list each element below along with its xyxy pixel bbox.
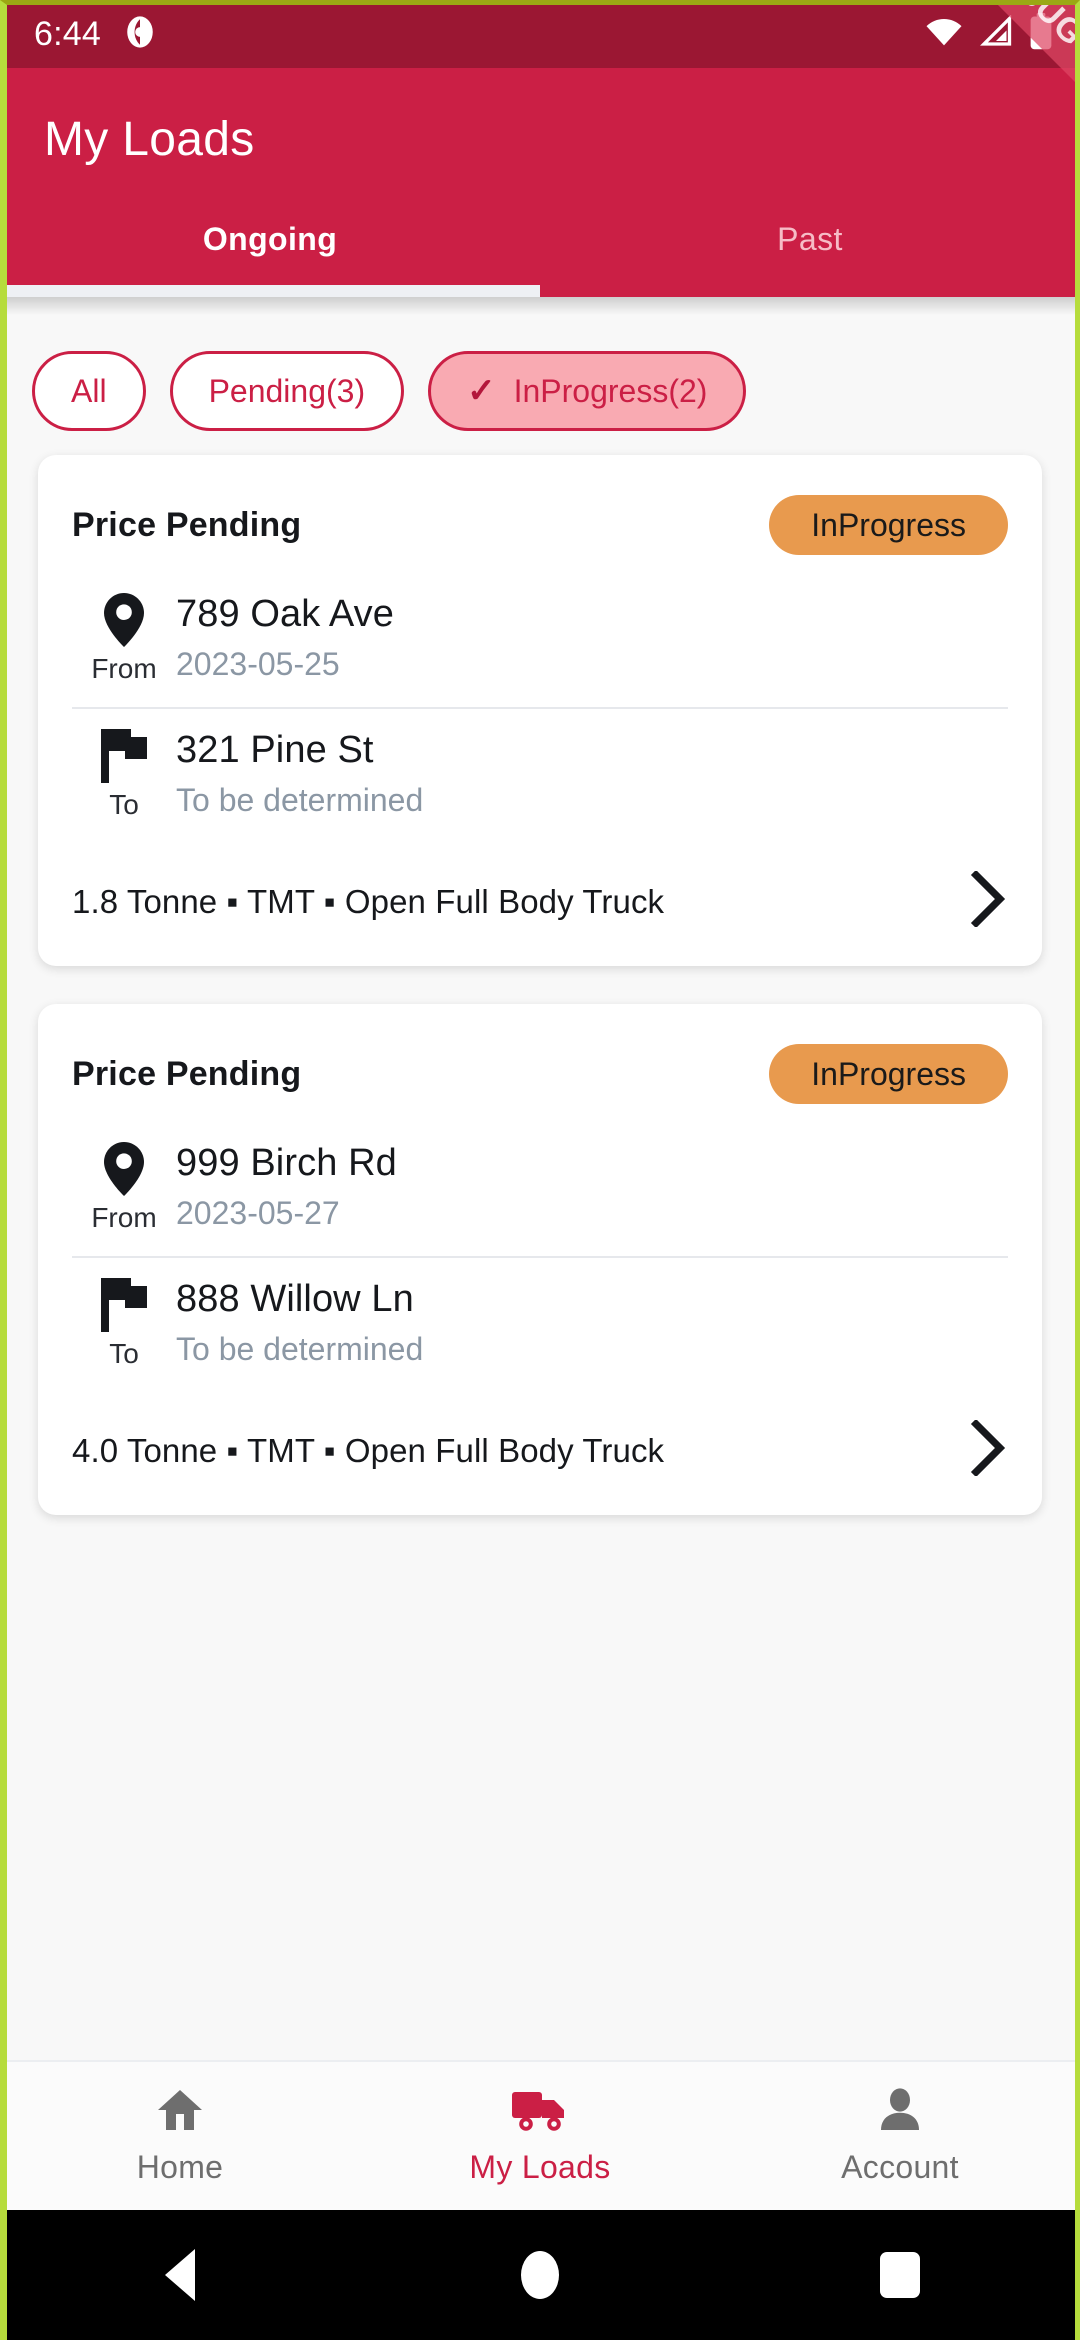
location-pin-icon (104, 591, 144, 649)
tab-indicator-track (0, 285, 1080, 297)
wifi-icon (924, 15, 964, 54)
load-leg-from-text: 999 Birch Rd 2023-05-27 (176, 1140, 1008, 1234)
tab-indicator-rest (540, 285, 1080, 297)
filter-chip-pending-label: Pending(3) (209, 373, 366, 410)
bottom-nav-label-account: Account (841, 2149, 959, 2186)
status-bar-right (924, 13, 1054, 56)
tab-past[interactable]: Past (540, 193, 1080, 285)
load-card-title: Price Pending (72, 1055, 301, 1094)
load-card-header: Price Pending InProgress (72, 455, 1008, 573)
load-card-header: Price Pending InProgress (72, 1004, 1008, 1122)
bottom-nav-label-home: Home (137, 2149, 224, 2186)
load-card[interactable]: Price Pending InProgress From 999 Birch … (38, 1004, 1042, 1515)
chevron-right-icon[interactable] (968, 1420, 1008, 1481)
tab-bar: Ongoing Past (0, 193, 1080, 285)
cellular-off-icon (978, 15, 1014, 54)
android-system-nav (0, 2210, 1080, 2340)
filter-chip-inprogress[interactable]: ✓ InProgress(2) (428, 351, 746, 431)
load-leg-from: From 789 Oak Ave 2023-05-25 (72, 573, 1008, 707)
load-card[interactable]: Price Pending InProgress From 789 Oak Av… (38, 455, 1042, 966)
status-badge: InProgress (769, 495, 1008, 555)
load-card-title: Price Pending (72, 506, 301, 545)
load-leg-to-text: 321 Pine St To be determined (176, 727, 1008, 821)
load-card-list: Price Pending InProgress From 789 Oak Av… (0, 455, 1080, 1515)
bottom-nav-item-account[interactable]: Account (720, 2086, 1080, 2186)
load-leg-to-icon-col: To (72, 727, 176, 821)
load-leg-from-icon-col: From (72, 591, 176, 685)
android-back-button[interactable] (0, 2249, 360, 2301)
load-leg-from-text: 789 Oak Ave 2023-05-25 (176, 591, 1008, 685)
load-card-footer[interactable]: 4.0 Tonne ▪ TMT ▪ Open Full Body Truck (72, 1392, 1008, 1515)
tab-indicator-active (0, 285, 540, 297)
load-leg-to-place: 888 Willow Ln (176, 1278, 1008, 1321)
load-leg-to-icon-col: To (72, 1276, 176, 1370)
bottom-nav-item-my-loads[interactable]: My Loads (360, 2086, 720, 2186)
load-leg-from-place: 999 Birch Rd (176, 1142, 1008, 1185)
load-leg-to-label: To (109, 789, 139, 821)
check-icon: ✓ (467, 374, 496, 408)
battery-icon (1028, 13, 1054, 56)
android-recents-button[interactable] (720, 2252, 1080, 2298)
status-bar-clock: 6:44 (34, 15, 101, 54)
load-summary: 4.0 Tonne ▪ TMT ▪ Open Full Body Truck (72, 1432, 664, 1470)
flag-icon (101, 1276, 147, 1334)
tab-ongoing[interactable]: Ongoing (0, 193, 540, 285)
filter-chip-pending[interactable]: Pending(3) (170, 351, 405, 431)
filter-chip-row: All Pending(3) ✓ InProgress(2) (0, 315, 1080, 455)
load-leg-to: To 321 Pine St To be determined (72, 709, 1008, 843)
bottom-nav-label-my-loads: My Loads (469, 2149, 610, 2186)
app-bar: My Loads Ongoing Past (0, 68, 1080, 297)
status-badge: InProgress (769, 1044, 1008, 1104)
load-leg-from-detail: 2023-05-27 (176, 1195, 1008, 1232)
truck-icon (512, 2086, 568, 2139)
load-leg-to-label: To (109, 1338, 139, 1370)
bottom-navigation: Home My Loads Ac (0, 2060, 1080, 2210)
load-summary: 1.8 Tonne ▪ TMT ▪ Open Full Body Truck (72, 883, 664, 921)
android-home-button[interactable] (360, 2251, 720, 2299)
app-bar-shadow (0, 297, 1080, 315)
load-leg-to: To 888 Willow Ln To be determined (72, 1258, 1008, 1392)
load-leg-from-place: 789 Oak Ave (176, 593, 1008, 636)
status-bar: 6:44 (0, 0, 1080, 68)
chevron-right-icon[interactable] (968, 871, 1008, 932)
load-card-footer[interactable]: 1.8 Tonne ▪ TMT ▪ Open Full Body Truck (72, 843, 1008, 966)
load-leg-to-detail: To be determined (176, 1331, 1008, 1368)
back-icon (165, 2249, 195, 2301)
location-pin-icon (104, 1140, 144, 1198)
load-leg-from: From 999 Birch Rd 2023-05-27 (72, 1122, 1008, 1256)
page-title: My Loads (0, 96, 1080, 193)
recents-square-icon (880, 2252, 920, 2298)
filter-chip-inprogress-label: InProgress(2) (514, 373, 708, 410)
home-circle-icon (521, 2251, 559, 2299)
load-leg-from-label: From (91, 653, 156, 685)
clock-icon (123, 15, 157, 54)
phone-screen: 6:44 (0, 0, 1080, 2340)
filter-chip-all[interactable]: All (32, 351, 146, 431)
load-leg-from-label: From (91, 1202, 156, 1234)
load-leg-to-detail: To be determined (176, 782, 1008, 819)
flag-icon (101, 727, 147, 785)
load-leg-to-place: 321 Pine St (176, 729, 1008, 772)
filter-chip-all-label: All (71, 373, 107, 410)
load-leg-from-icon-col: From (72, 1140, 176, 1234)
person-icon (876, 2086, 924, 2139)
status-bar-left: 6:44 (34, 15, 157, 54)
load-leg-from-detail: 2023-05-25 (176, 646, 1008, 683)
load-leg-to-text: 888 Willow Ln To be determined (176, 1276, 1008, 1370)
bottom-nav-item-home[interactable]: Home (0, 2086, 360, 2186)
home-icon (156, 2086, 204, 2139)
